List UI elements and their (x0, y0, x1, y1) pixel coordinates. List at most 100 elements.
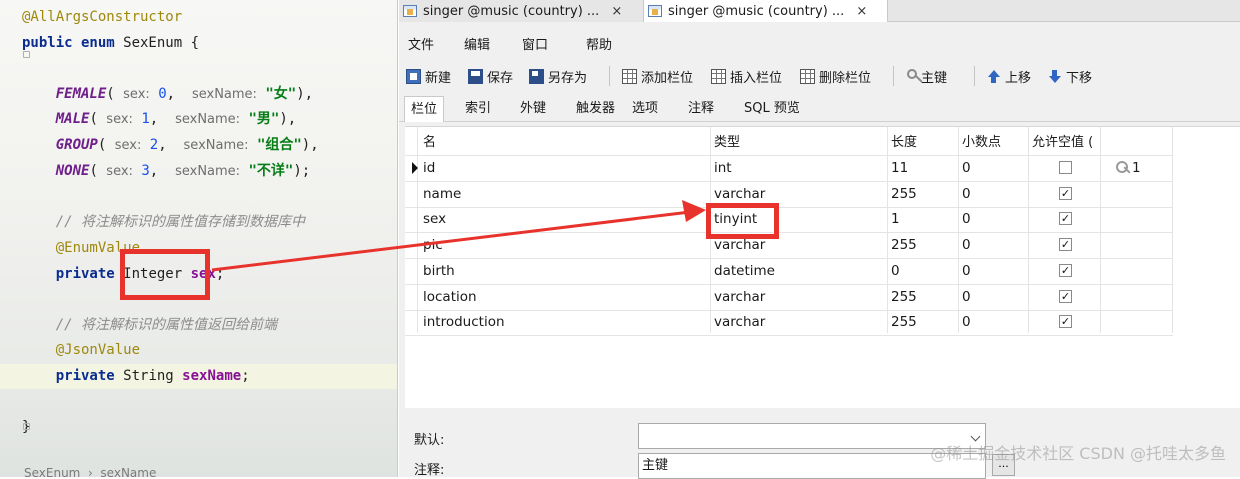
table-row[interactable]: location varchar 255 0 ✓ (405, 284, 1173, 310)
fold-marker[interactable] (23, 423, 30, 430)
primary-key-button[interactable]: 主键 (907, 66, 947, 86)
tab-comments[interactable]: 注释 (682, 96, 720, 122)
code-token: sexName: (175, 164, 241, 179)
code-line[interactable]: MALE( sex: 1, sexName: "男"), (22, 107, 297, 131)
move-up-button[interactable]: 上移 (986, 66, 1031, 86)
field-name-cell[interactable]: id (423, 155, 435, 181)
nullable-checkbox[interactable]: ✓ (1059, 212, 1072, 225)
table-row[interactable]: introduction varchar 255 0 ✓ (405, 309, 1173, 335)
save-as-button[interactable]: 另存为 (529, 66, 587, 86)
field-name-cell[interactable]: sex (423, 206, 446, 232)
code-token: "不详" (248, 163, 294, 179)
nullable-checkbox[interactable]: ✓ (1059, 238, 1072, 251)
field-name-cell[interactable]: location (423, 284, 477, 310)
code-line[interactable]: private String sexName; (22, 364, 250, 388)
close-icon[interactable]: × (611, 4, 622, 19)
table-row[interactable]: birth datetime 0 0 ✓ (405, 258, 1173, 284)
tab-fields[interactable]: 栏位 (404, 96, 445, 122)
code-line[interactable]: FEMALE( sex: 0, sexName: "女"), (22, 82, 313, 106)
field-name-cell[interactable]: pic (423, 232, 443, 258)
delete-field-icon (800, 68, 815, 84)
field-length-cell[interactable]: 255 (891, 309, 917, 335)
field-length-cell[interactable]: 1 (891, 206, 900, 232)
code-line[interactable]: // 将注解标识的属性值存储到数据库中 (22, 210, 305, 234)
nullable-checkbox[interactable]: ✓ (1059, 264, 1072, 277)
code-line[interactable]: GROUP( sex: 2, sexName: "组合"), (22, 133, 319, 157)
row-pointer-icon (412, 162, 418, 174)
menu-help[interactable]: 帮助 (586, 34, 612, 53)
tab-triggers[interactable]: 触发器 (570, 96, 621, 122)
tab-sql-preview[interactable]: SQL 预览 (738, 96, 806, 122)
field-length-cell[interactable]: 255 (891, 181, 917, 207)
tab-foreign-keys[interactable]: 外键 (514, 96, 552, 122)
column-header-nullable[interactable]: 允许空值 ( (1032, 131, 1102, 155)
field-type-cell[interactable]: int (714, 155, 732, 181)
code-line[interactable]: // 将注解标识的属性值返回给前端 (22, 313, 277, 337)
field-length-cell[interactable]: 255 (891, 284, 917, 310)
code-token: "男" (248, 111, 280, 127)
code-token: ), (301, 137, 319, 153)
insert-field-label: 插入栏位 (730, 70, 783, 86)
highlight-box-integer (120, 249, 210, 300)
field-name-cell[interactable]: name (423, 181, 461, 207)
default-label: 默认: (414, 433, 445, 448)
field-name-cell[interactable]: birth (423, 258, 455, 284)
field-name-cell[interactable]: introduction (423, 309, 505, 335)
field-decimals-cell[interactable]: 0 (962, 284, 971, 310)
field-length-cell[interactable]: 255 (891, 232, 917, 258)
column-header-length[interactable]: 长度 (891, 131, 917, 155)
field-decimals-cell[interactable]: 0 (962, 258, 971, 284)
field-type-cell[interactable]: varchar (714, 284, 765, 310)
field-decimals-cell[interactable]: 0 (962, 181, 971, 207)
nullable-checkbox[interactable]: ✓ (1059, 187, 1072, 200)
fold-marker[interactable] (23, 51, 30, 58)
delete-field-button[interactable]: 删除栏位 (800, 66, 871, 86)
code-line[interactable]: public enum SexEnum { (22, 31, 199, 55)
code-line[interactable]: @JsonValue (22, 338, 140, 362)
move-down-button[interactable]: 下移 (1047, 66, 1092, 86)
save-button[interactable]: 保存 (468, 66, 513, 86)
table-icon (403, 5, 417, 17)
code-editor[interactable]: @AllArgsConstructor public enum SexEnum {… (0, 0, 398, 477)
code-token: FEMALE (55, 86, 107, 102)
insert-field-button[interactable]: 插入栏位 (711, 66, 782, 86)
table-row[interactable]: name varchar 255 0 ✓ (405, 181, 1173, 207)
column-header-type[interactable]: 类型 (714, 131, 740, 155)
code-line[interactable]: @AllArgsConstructor (22, 5, 182, 29)
code-line[interactable]: NONE( sex: 3, sexName: "不详"); (22, 159, 311, 183)
menu-file[interactable]: 文件 (408, 34, 434, 53)
field-decimals-cell[interactable]: 0 (962, 206, 971, 232)
code-token: sex: (106, 164, 133, 179)
column-header-name[interactable]: 名 (423, 131, 436, 155)
field-length-cell[interactable]: 11 (891, 155, 908, 181)
tab-singer-2[interactable]: singer @music (country) ... × (643, 0, 888, 22)
tab-indexes[interactable]: 索引 (459, 96, 497, 122)
menu-edit[interactable]: 编辑 (464, 34, 490, 53)
field-decimals-cell[interactable]: 0 (962, 155, 971, 181)
close-icon[interactable]: × (856, 4, 867, 19)
field-length-cell[interactable]: 0 (891, 258, 900, 284)
code-token: , (158, 137, 184, 153)
fields-grid[interactable]: 名 类型 长度 小数点 允许空值 ( id int 11 0 1 name varchar 2… (405, 126, 1240, 408)
table-row[interactable]: pic varchar 255 0 ✓ (405, 232, 1173, 258)
nullable-checkbox[interactable] (1059, 161, 1072, 174)
menu-window[interactable]: 窗口 (522, 34, 548, 53)
code-token: String (114, 368, 183, 384)
field-type-cell[interactable]: varchar (714, 309, 765, 335)
add-field-button[interactable]: 添加栏位 (622, 66, 693, 86)
code-token: sex: (106, 112, 133, 127)
tab-options[interactable]: 选项 (626, 96, 664, 122)
field-type-cell[interactable]: datetime (714, 258, 775, 284)
nullable-checkbox[interactable]: ✓ (1059, 290, 1072, 303)
new-button[interactable]: 新建 (406, 66, 451, 86)
editor-breadcrumb[interactable]: SexEnum › sexName (24, 466, 156, 477)
field-decimals-cell[interactable]: 0 (962, 232, 971, 258)
table-row[interactable]: id int 11 0 1 (405, 155, 1173, 181)
tab-singer-1[interactable]: singer @music (country) ... × (399, 0, 643, 22)
column-header-decimals[interactable]: 小数点 (962, 131, 1001, 155)
table-row[interactable]: sex tinyint 1 0 ✓ (405, 206, 1173, 232)
nullable-checkbox[interactable]: ✓ (1059, 315, 1072, 328)
field-decimals-cell[interactable]: 0 (962, 309, 971, 335)
